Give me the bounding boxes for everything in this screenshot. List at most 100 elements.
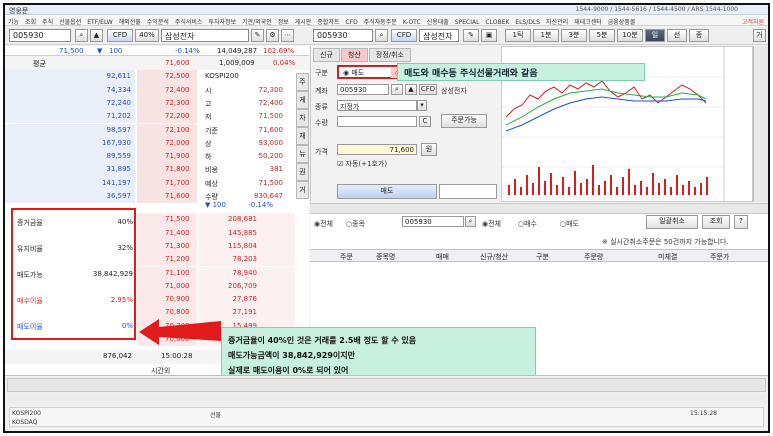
price-input[interactable]: 71,600 [337,144,417,155]
ask-row[interactable]: 71,202 72,200 저 71,500 [5,110,309,124]
chevron-icon[interactable]: ▲ [405,84,417,95]
bid-qty: 115,804 [228,241,257,250]
stock-code-input[interactable]: 005930 [9,29,71,42]
filter-buy-radio[interactable]: ○매수 [518,219,537,229]
query-button[interactable]: 조회 [702,215,730,229]
ask-price[interactable]: 72,300 [165,99,190,107]
chart-tab[interactable]: 선 [667,29,687,42]
chart-tab[interactable]: 종 [689,29,709,42]
ticker-futures: 선물 [210,412,222,419]
callout-buy-sell: 매도와 매수등 주식선물거래와 같음 [397,63,645,81]
cancel-notice: ※ 실시간취소주문은 50건까지 가능합니다. [602,238,729,246]
side-tab[interactable]: 거 [296,181,309,199]
ask-row[interactable]: 72,240 72,300 고 72,400 [5,96,309,111]
bid-price[interactable]: 71,100 [165,269,190,277]
pencil-icon[interactable]: ✎ [251,29,264,42]
account-label: 계좌 [315,87,328,95]
filter-sell-radio[interactable]: ○매도 [560,219,579,229]
ask-price[interactable]: 72,500 [165,72,190,80]
order-tab[interactable]: 정정/취소 [368,48,411,62]
ask-row[interactable]: 98,597 72,100 기준 71,600 [5,123,309,137]
side-tab[interactable]: 게 [296,91,309,109]
account-search-icon[interactable]: ⌕ [391,84,403,95]
ask-price[interactable]: 72,200 [165,112,190,120]
cfd-button[interactable]: CFD [107,29,133,42]
chart-tab[interactable]: 1틱 [505,29,531,42]
chart-menu-button[interactable]: 거 [753,29,766,42]
ask-row[interactable]: 31,895 71,800 비용 381 [5,163,309,177]
order-tab[interactable]: 신규 [313,48,340,62]
amount: 1,009,009 [219,59,255,67]
ask-price[interactable]: 71,900 [165,152,190,160]
filter-code-input[interactable]: 005930 [402,216,464,227]
chart-tab[interactable]: 10분 [617,29,643,42]
margin-info-row: 증거금율 40% [17,218,133,228]
ask-row[interactable]: 74,334 72,400 시 72,300 [5,83,309,97]
lower-tabs [310,204,768,214]
dropdown-icon[interactable]: ▾ [417,100,427,111]
filter-search-icon[interactable]: ⌕ [465,216,476,227]
auto-price-checkbox[interactable]: ☑ 자동(+1호가) [337,159,387,169]
margin-info-value: 32% [117,244,133,252]
ask-row[interactable]: 89,559 71,900 하 50,200 [5,150,309,164]
qty-input[interactable] [337,116,417,127]
settings-icon[interactable]: ⚙ [266,29,279,42]
ask-row[interactable]: 167,930 72,000 상 93,000 [5,136,309,151]
filter-item-radio[interactable]: ○종목 [346,219,365,229]
chart-tab[interactable]: 5분 [589,29,615,42]
chart-right-toolbar[interactable] [753,46,768,202]
side-tab[interactable]: 차 [296,109,309,127]
order-available-button[interactable]: 주문가능 [441,114,487,128]
side-tab[interactable]: 뉴 [296,145,309,163]
won-button[interactable]: 원 [421,143,437,156]
order-tab[interactable]: 청산 [340,48,368,62]
ask-price[interactable]: 71,600 [165,192,190,200]
clear-button[interactable]: C [419,116,431,127]
grid-column-header: 종목명 [376,253,396,261]
ask-price[interactable]: 72,000 [165,139,190,147]
sell-submit-button[interactable]: 매도 [337,184,437,199]
help-icon[interactable]: ? [734,215,748,229]
bid-qty: 145,885 [228,228,257,237]
chart-tab[interactable]: 3분 [561,29,587,42]
camera-icon[interactable]: ▣ [481,29,497,42]
ask-qty: 71,202 [106,112,132,121]
sell-radio[interactable]: ◉ 매도 [343,68,364,78]
amount-pct: 0.04% [273,59,296,67]
bid-price[interactable]: 71,500 [165,215,190,223]
ask-price[interactable]: 72,400 [165,86,190,94]
menu-support[interactable]: 고객지원 [742,17,764,26]
search-icon[interactable]: ⌕ [375,29,388,42]
bid-price[interactable]: 71,400 [165,229,190,237]
ask-price[interactable]: 72,100 [165,126,190,134]
ask-price[interactable]: 71,700 [165,179,190,187]
account-input[interactable]: 005930 [337,84,389,95]
chart-tab[interactable]: 일 [645,29,665,42]
more-icon[interactable]: ⋯ [281,29,294,42]
bid-price[interactable]: 70,900 [165,295,190,303]
margin-info-value: 0% [121,322,133,330]
pen-icon[interactable]: ✎ [463,29,479,42]
bid-price[interactable]: 71,000 [165,282,190,290]
down-arrow-icon: ▼ [97,47,103,55]
order-type-label: 구분 [315,69,328,77]
ask-row[interactable]: 92,611 72,500 KOSPI200 [5,70,309,84]
order-code-input[interactable]: 005930 [313,29,373,42]
side-tab[interactable]: 권 [296,163,309,181]
ask-price[interactable]: 71,800 [165,165,190,173]
side-tab[interactable]: 재 [296,127,309,145]
ask-row[interactable]: 141,197 71,700 예상 71,500 [5,176,309,190]
bulk-cancel-button[interactable]: 일괄취소 [646,215,698,229]
search-icon[interactable]: ⌕ [75,29,88,42]
side-tab[interactable]: 주 [296,73,309,91]
order-cfd-button[interactable]: CFD [391,29,417,42]
bid-price[interactable]: 71,300 [165,242,190,250]
chevron-up-icon[interactable]: ▲ [90,29,103,42]
ask-info-value: 72,300 [258,85,284,94]
chart-tab[interactable]: 1분 [533,29,559,42]
filter-all2-radio[interactable]: ◉전체 [482,219,501,229]
bid-price[interactable]: 71,200 [165,255,190,263]
order-kind-select[interactable]: 지정가 [337,100,417,111]
clock-time: 15:15:28 [690,410,717,417]
filter-all-radio[interactable]: ◉전체 [314,219,333,229]
